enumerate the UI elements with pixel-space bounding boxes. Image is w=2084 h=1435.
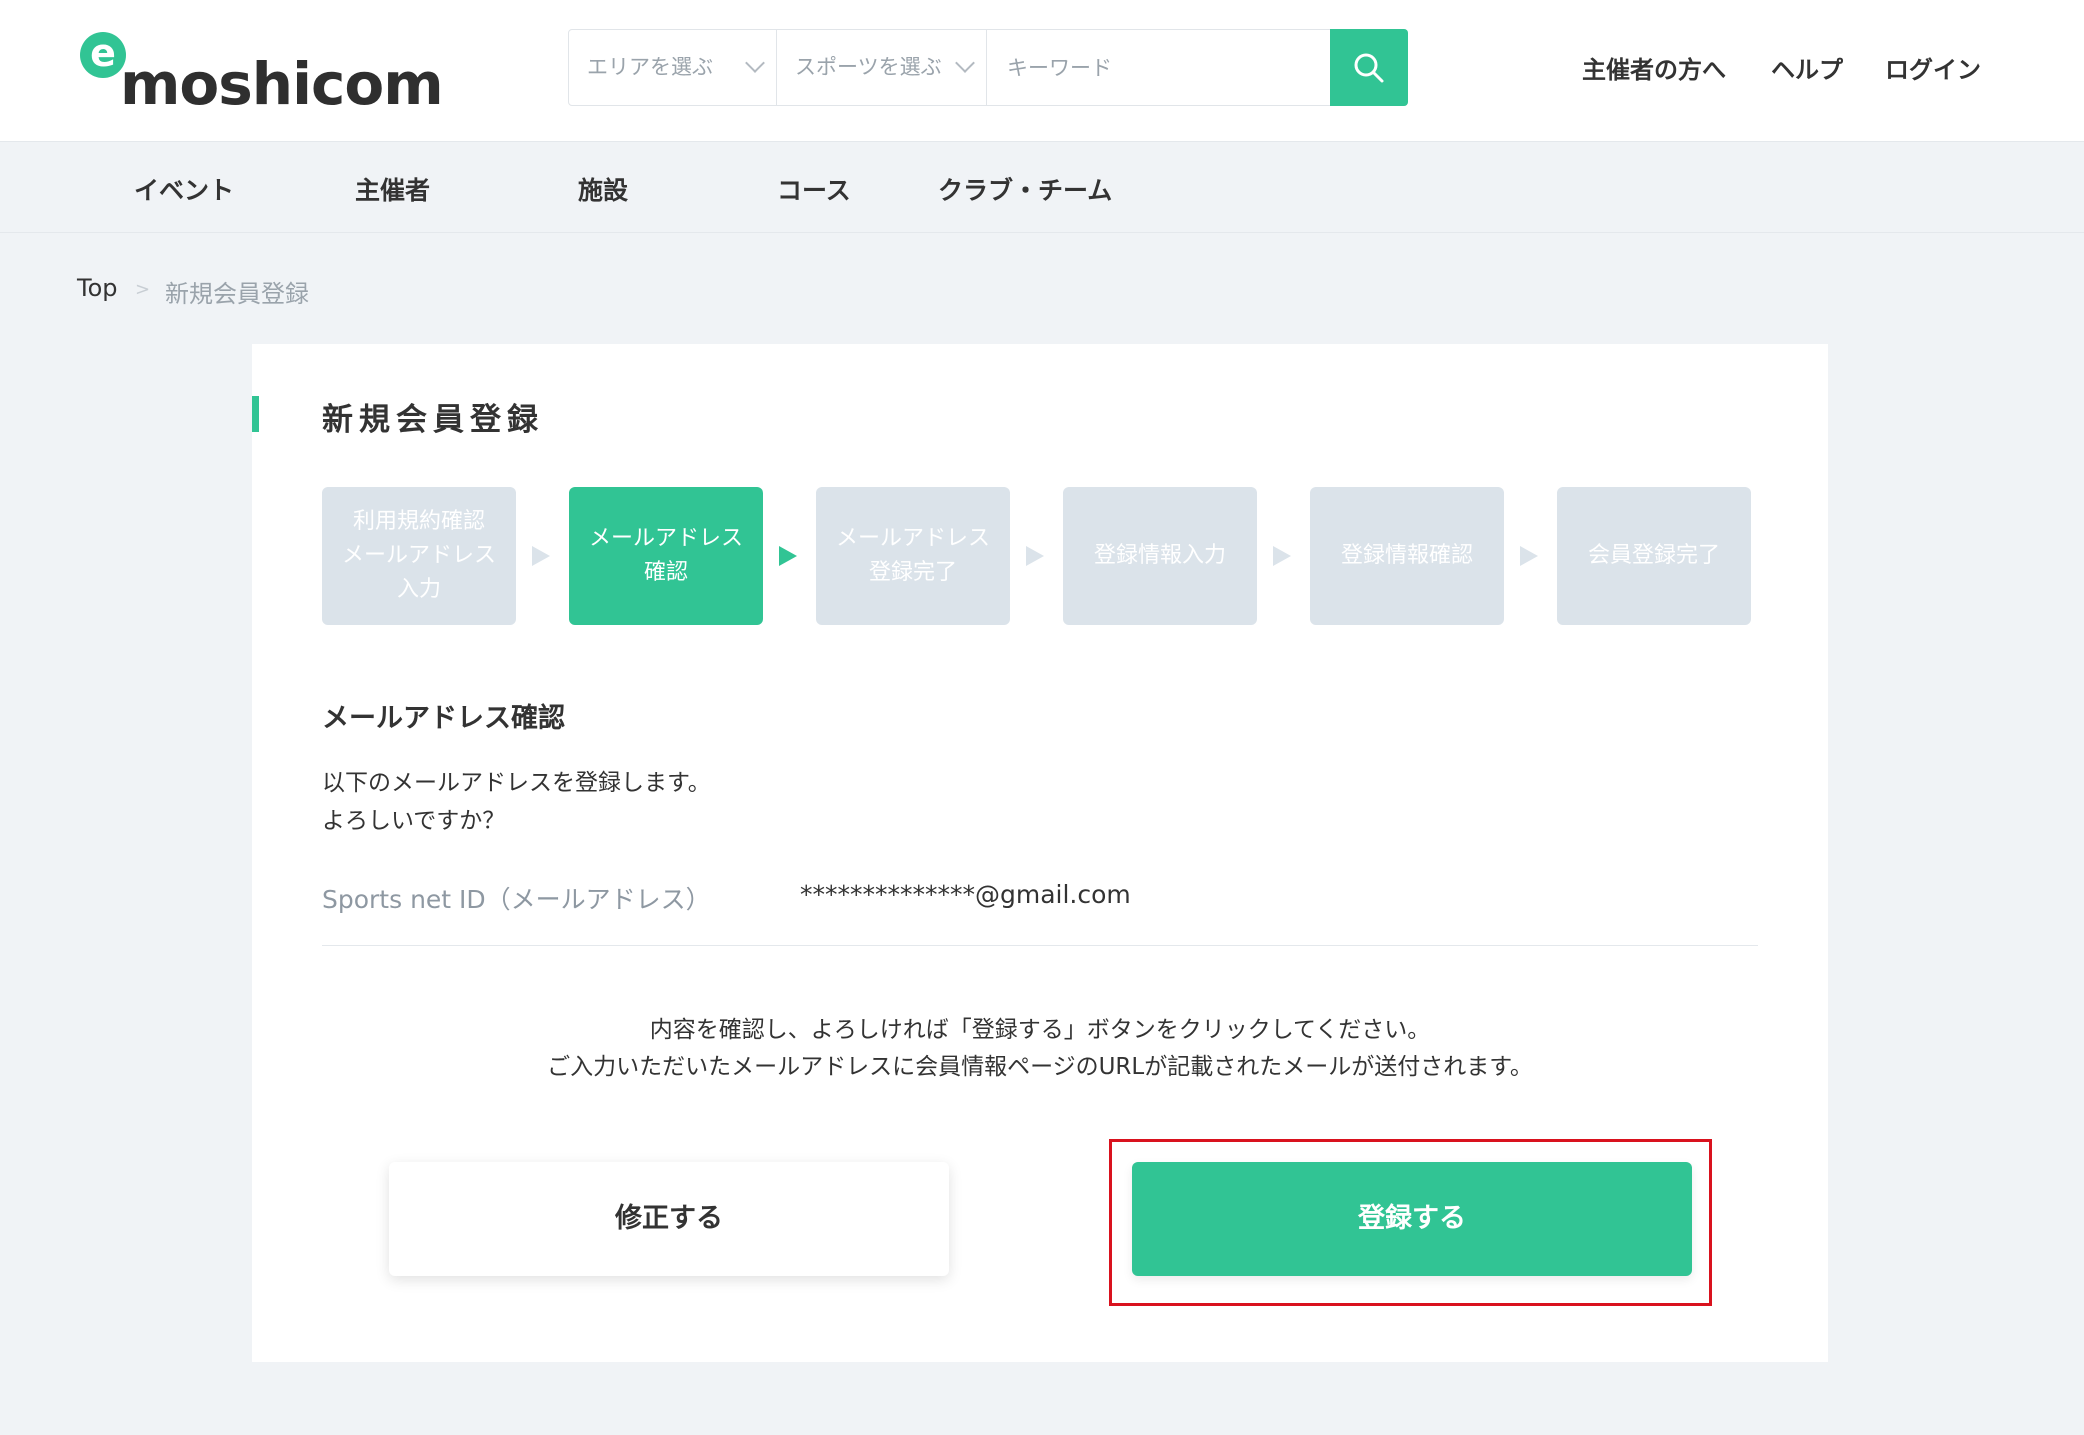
chevron-down-icon [745,53,765,73]
logo-text: moshicom [120,50,444,118]
keyword-input[interactable] [989,30,1329,105]
step-terms: 利用規約確認 メールアドレス 入力 [322,487,516,625]
notice-line: ご入力いただいたメールアドレスに会員情報ページのURLが記載されたメールが送付さ… [547,1054,1533,1080]
search-bar: エリアを選ぶ スポーツを選ぶ [568,29,1408,106]
search-icon [1354,53,1384,83]
description-line: よろしいですか？ [322,808,506,834]
notice-line: 内容を確認し、よろしければ「登録する」ボタンをクリックしてください。 [649,1017,1431,1043]
register-button[interactable]: 登録する [1132,1162,1692,1276]
email-value: **************@gmail.com [800,880,1131,909]
confirmation-notice: 内容を確認し、よろしければ「登録する」ボタンをクリックしてください。 ご入力いた… [252,1012,1828,1086]
step-arrow-icon [1273,546,1291,566]
description-line: 以下のメールアドレスを登録します。 [322,770,711,796]
title-accent-bar [252,396,259,432]
sport-select-label: スポーツを選ぶ [795,55,942,79]
area-select-label: エリアを選ぶ [587,55,713,79]
search-button[interactable] [1330,29,1408,106]
step-email-complete: メールアドレス 登録完了 [816,487,1010,625]
area-select[interactable]: エリアを選ぶ [569,30,777,105]
moshicom-logo[interactable]: e moshicom [80,32,444,118]
category-nav: イベント 主催者 施設 コース クラブ・チーム [0,143,2084,233]
field-label: Sports net ID（メールアドレス） [322,885,711,914]
nav-item-organizers[interactable]: 主催者 [355,171,430,207]
step-arrow-icon [779,546,797,566]
step-arrow-icon [1520,546,1538,566]
step-info-input: 登録情報入力 [1063,487,1257,625]
nav-item-facilities[interactable]: 施設 [578,171,628,207]
breadcrumb-top-link[interactable]: Top [77,274,118,302]
chevron-down-icon [955,53,975,73]
page-title: 新規会員登録 [322,402,544,438]
step-info-confirm: 登録情報確認 [1310,487,1504,625]
breadcrumb-current: 新規会員登録 [165,280,309,308]
edit-button[interactable]: 修正する [389,1162,949,1276]
divider [322,945,1758,946]
login-link[interactable]: ログイン [1885,50,1981,85]
nav-item-events[interactable]: イベント [134,171,234,207]
site-header: e moshicom エリアを選ぶ スポーツを選ぶ 主催者の方へ ヘルプ ログイ… [0,0,2084,142]
help-link[interactable]: ヘルプ [1771,50,1843,85]
nav-item-courses[interactable]: コース [777,171,851,207]
section-title: メールアドレス確認 [322,703,565,734]
step-arrow-icon [1026,546,1044,566]
description: 以下のメールアドレスを登録します。 よろしいですか？ [322,764,711,840]
organizer-link[interactable]: 主催者の方へ [1582,50,1726,85]
step-email-confirm: メールアドレス 確認 [569,487,763,625]
registration-card: 新規会員登録 利用規約確認 メールアドレス 入力 メールアドレス 確認 メールア… [252,344,1828,1362]
nav-item-clubs[interactable]: クラブ・チーム [938,171,1112,207]
step-arrow-icon [532,546,550,566]
breadcrumb-separator: > [135,279,151,300]
sport-select[interactable]: スポーツを選ぶ [777,30,987,105]
step-registration-complete: 会員登録完了 [1557,487,1751,625]
